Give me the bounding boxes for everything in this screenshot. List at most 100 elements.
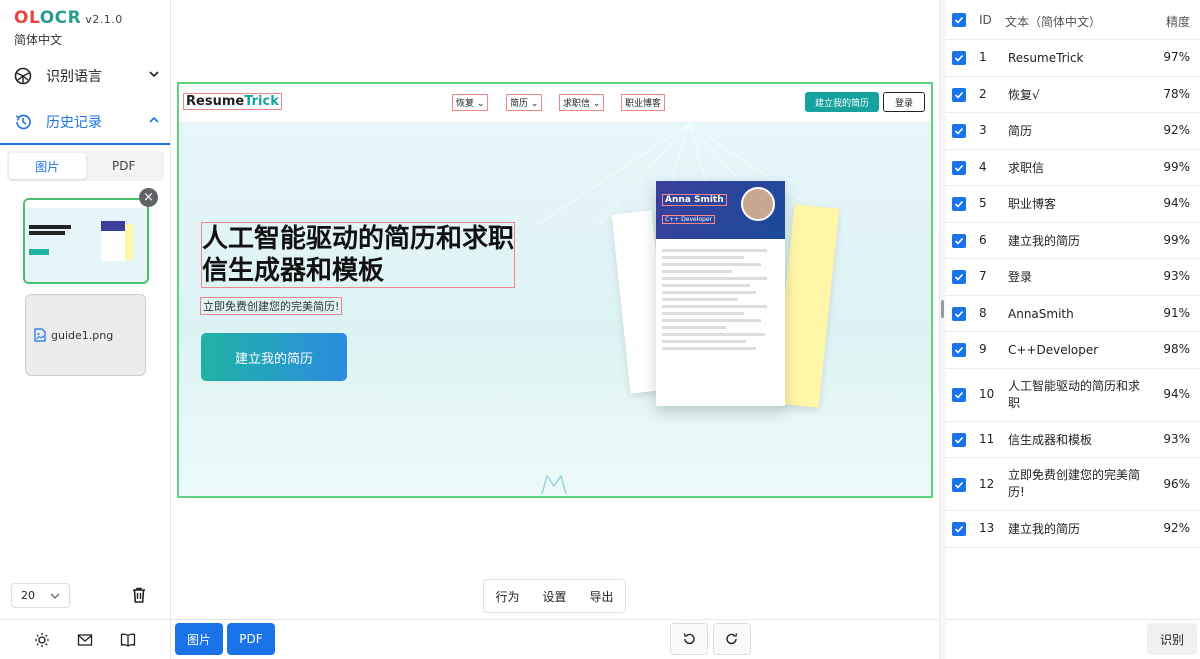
recognition-language-menu[interactable]: 识别语言 xyxy=(0,54,170,98)
result-row[interactable]: 1 ResumeTrick 97% xyxy=(946,40,1200,77)
results-header: ID 文本（简体中文） 精度 xyxy=(946,0,1200,40)
result-row[interactable]: 2 恢复√ 78% xyxy=(946,77,1200,113)
row-checkbox[interactable] xyxy=(952,124,966,139)
row-checkbox[interactable] xyxy=(952,432,966,447)
open-pdf-button[interactable]: PDF xyxy=(227,623,275,655)
app-version: v2.1.0 xyxy=(85,13,123,26)
history-thumbnail-selected[interactable] xyxy=(23,198,149,284)
history-underline xyxy=(0,143,170,145)
row-accuracy: 93% xyxy=(1163,431,1190,446)
tab-pdf[interactable]: PDF xyxy=(86,153,163,179)
row-text[interactable]: 恢复√ xyxy=(1008,87,1148,104)
row-text[interactable]: 立即免费创建您的完美简历! xyxy=(1008,467,1148,501)
behavior-button[interactable]: 行为 xyxy=(495,588,519,605)
header-accuracy: 精度 xyxy=(1165,15,1190,29)
export-button[interactable]: 导出 xyxy=(589,588,613,605)
row-text[interactable]: 求职信 xyxy=(1008,160,1148,177)
row-accuracy: 96% xyxy=(1163,476,1190,491)
ocr-box-nav-resume[interactable]: 简历 ⌄ xyxy=(506,94,543,111)
result-row[interactable]: 8 AnnaSmith 91% xyxy=(946,296,1200,332)
history-file-item[interactable]: guide1.png xyxy=(25,294,146,376)
row-text[interactable]: 建立我的简历 xyxy=(1008,521,1148,538)
clear-history-button[interactable] xyxy=(130,586,148,604)
result-row[interactable]: 5 职业博客 94% xyxy=(946,186,1200,223)
result-row[interactable]: 13 建立我的简历 92% xyxy=(946,511,1200,548)
book-icon[interactable] xyxy=(120,632,136,648)
row-checkbox[interactable] xyxy=(952,160,966,175)
row-checkbox[interactable] xyxy=(952,306,966,321)
ocr-box-site-cta[interactable]: 建立我的简历 xyxy=(805,92,879,112)
theme-toggle-icon[interactable] xyxy=(34,632,50,648)
row-accuracy: 98% xyxy=(1163,342,1190,357)
open-image-button[interactable]: 图片 xyxy=(175,623,223,655)
bottom-bar xyxy=(171,619,939,659)
row-checkbox[interactable] xyxy=(952,197,966,212)
header-text: 文本（简体中文） xyxy=(1005,15,1102,29)
row-checkbox[interactable] xyxy=(952,343,966,358)
panel-resize-divider[interactable] xyxy=(939,0,946,659)
result-row[interactable]: 3 简历 92% xyxy=(946,113,1200,150)
row-checkbox[interactable] xyxy=(952,270,966,285)
recognize-button[interactable]: 识别 xyxy=(1147,623,1197,655)
header-id: ID xyxy=(979,13,992,27)
rotate-left-button[interactable] xyxy=(670,623,708,655)
ocr-box-site-login[interactable]: 登录 xyxy=(883,92,925,112)
ocr-box-nav-cover-letter[interactable]: 求职信 ⌄ xyxy=(559,94,605,111)
row-text[interactable]: 信生成器和模板 xyxy=(1008,432,1148,449)
row-text[interactable]: C++Developer xyxy=(1008,342,1148,359)
site-watermark-icon xyxy=(541,474,567,495)
chevron-up-icon xyxy=(148,114,160,126)
result-row[interactable]: 10 人工智能驱动的简历和求职 94% xyxy=(946,369,1200,422)
row-text[interactable]: 登录 xyxy=(1008,269,1148,286)
row-accuracy: 92% xyxy=(1163,521,1190,536)
ocr-box-hero-subtitle[interactable]: 立即免费创建您的完美简历! xyxy=(200,297,343,315)
row-accuracy: 99% xyxy=(1163,232,1190,247)
row-id: 6 xyxy=(979,232,987,247)
row-text[interactable]: AnnaSmith xyxy=(1008,306,1148,323)
ocr-box-resume-role[interactable]: C++ Developer xyxy=(662,215,716,224)
ocr-box-site-logo[interactable]: ResumeTrick xyxy=(183,93,282,110)
select-all-checkbox[interactable] xyxy=(952,13,966,27)
mail-icon[interactable] xyxy=(77,632,93,648)
rotate-left-icon xyxy=(683,633,695,645)
row-text[interactable]: 人工智能驱动的简历和求职 xyxy=(1008,378,1148,412)
row-text[interactable]: 职业博客 xyxy=(1008,196,1148,213)
main-preview-area: ResumeTrick 恢复 ⌄ 简历 ⌄ 求职信 ⌄ 职业博客 建立我的简历 … xyxy=(171,0,939,659)
row-text[interactable]: ResumeTrick xyxy=(1008,50,1148,67)
rotate-right-button[interactable] xyxy=(713,623,751,655)
history-file-name: guide1.png xyxy=(51,328,114,342)
result-row[interactable]: 6 建立我的简历 99% xyxy=(946,223,1200,259)
image-canvas[interactable]: ResumeTrick 恢复 ⌄ 简历 ⌄ 求职信 ⌄ 职业博客 建立我的简历 … xyxy=(177,82,933,498)
result-row[interactable]: 9 C++Developer 98% xyxy=(946,332,1200,369)
settings-button[interactable]: 设置 xyxy=(542,588,566,605)
result-row[interactable]: 4 求职信 99% xyxy=(946,150,1200,186)
page-size-select[interactable]: 20 xyxy=(11,583,70,608)
row-text[interactable]: 建立我的简历 xyxy=(1008,233,1148,250)
result-row[interactable]: 11 信生成器和模板 93% xyxy=(946,422,1200,458)
history-menu[interactable]: 历史记录 xyxy=(0,100,170,144)
remove-thumbnail-button[interactable]: × xyxy=(139,188,158,207)
page-size-value: 20 xyxy=(21,589,35,602)
row-checkbox[interactable] xyxy=(952,233,966,248)
resume-card-front: Anna Smith C++ Developer xyxy=(656,181,785,406)
resume-avatar xyxy=(741,187,775,221)
ocr-box-hero-title[interactable]: 人工智能驱动的简历和求职 信生成器和模板 xyxy=(201,222,516,288)
row-checkbox[interactable] xyxy=(952,388,966,402)
row-id: 9 xyxy=(979,342,987,357)
row-checkbox[interactable] xyxy=(952,51,966,66)
result-row[interactable]: 12 立即免费创建您的完美简历! 96% xyxy=(946,458,1200,511)
row-checkbox[interactable] xyxy=(952,477,966,492)
chevron-down-icon xyxy=(148,68,160,80)
ocr-box-nav-restore[interactable]: 恢复 ⌄ xyxy=(452,94,489,111)
ocr-box-resume-name[interactable]: Anna Smith xyxy=(662,194,727,206)
tab-image[interactable]: 图片 xyxy=(9,153,86,179)
hero-title-line1: 人工智能驱动的简历和求职 xyxy=(202,224,515,254)
ocr-box-hero-button[interactable]: 建立我的简历 xyxy=(201,333,347,381)
ui-language[interactable]: 简体中文 xyxy=(14,31,62,48)
resize-grip[interactable] xyxy=(941,300,944,318)
row-checkbox[interactable] xyxy=(952,87,966,102)
ocr-box-nav-blog[interactable]: 职业博客 xyxy=(621,94,666,111)
result-row[interactable]: 7 登录 93% xyxy=(946,259,1200,296)
row-text[interactable]: 简历 xyxy=(1008,123,1148,140)
row-checkbox[interactable] xyxy=(952,522,966,537)
